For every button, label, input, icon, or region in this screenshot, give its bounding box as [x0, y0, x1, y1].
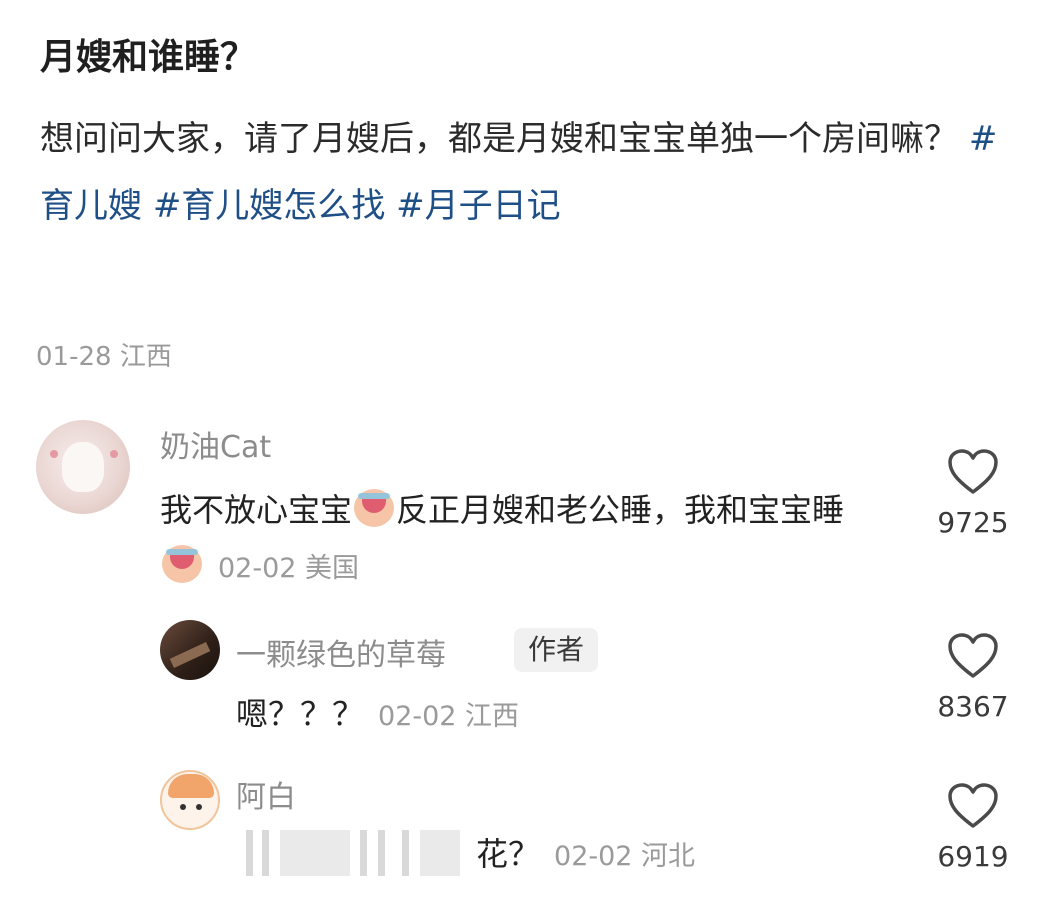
avatar-decoration [196, 804, 202, 810]
avatar[interactable] [160, 620, 220, 680]
heart-outline-icon [948, 633, 998, 678]
hashtag-link[interactable]: #月子日记 [396, 186, 561, 226]
comment-author-name[interactable]: 奶油Cat [160, 422, 271, 466]
redacted-text-block [240, 830, 470, 876]
like-count: 8367 [937, 690, 1009, 723]
comment-text-part: 嗯？？？ [236, 695, 365, 733]
heart-outline-icon [948, 783, 998, 828]
hashtag-link[interactable]: #育儿嫂怎么找 [153, 186, 386, 226]
comment-text-part: 花？ [476, 835, 541, 873]
comment-text-part: 我不放心宝宝 [160, 491, 353, 529]
comment-author-name[interactable]: 一颗绿色的草莓 [236, 630, 446, 674]
post-body-text: 想问问大家，请了月嫂后，都是月嫂和宝宝单独一个房间嘛？ [40, 119, 958, 159]
post-body: 想问问大家，请了月嫂后，都是月嫂和宝宝单独一个房间嘛？ #育儿嫂 #育儿嫂怎么找… [40, 106, 1000, 240]
avatar-decoration [180, 804, 186, 810]
comment-text[interactable]: 嗯？？？ 02-02 江西 [236, 686, 519, 745]
post-meta: 01-28 江西 [36, 342, 172, 372]
post-title: 月嫂和谁睡？ [40, 37, 257, 78]
author-avatar-icon [169, 642, 211, 668]
comment-meta: 02-02 美国 [218, 553, 360, 584]
avatar[interactable] [160, 770, 220, 830]
comment-text-part: 反正月嫂和老公睡，我和宝宝睡 [396, 491, 845, 529]
like-button[interactable]: 6919 [928, 782, 1018, 873]
like-button[interactable]: 9725 [928, 448, 1018, 539]
cat-avatar-icon [62, 442, 104, 492]
like-count: 9725 [937, 506, 1009, 539]
avatar-decoration [110, 450, 118, 458]
avatar[interactable] [36, 420, 130, 514]
crying-laughing-emoji-icon [354, 489, 395, 527]
author-badge: 作者 [514, 628, 599, 672]
crying-laughing-emoji-icon [162, 545, 202, 583]
bai-avatar-icon [168, 774, 214, 798]
comment-text[interactable]: 花？ 02-02 河北 [476, 826, 695, 885]
comment-text[interactable]: 我不放心宝宝 反正月嫂和老公睡，我和宝宝睡 02-02 美国 [160, 482, 880, 597]
comment-meta: 02-02 江西 [378, 701, 520, 732]
like-button[interactable]: 8367 [928, 632, 1018, 723]
comment-meta: 02-02 河北 [554, 841, 696, 872]
heart-outline-icon [948, 449, 998, 494]
comment-author-name[interactable]: 阿白 [236, 772, 296, 816]
avatar-decoration [50, 450, 58, 458]
like-count: 6919 [937, 840, 1009, 873]
